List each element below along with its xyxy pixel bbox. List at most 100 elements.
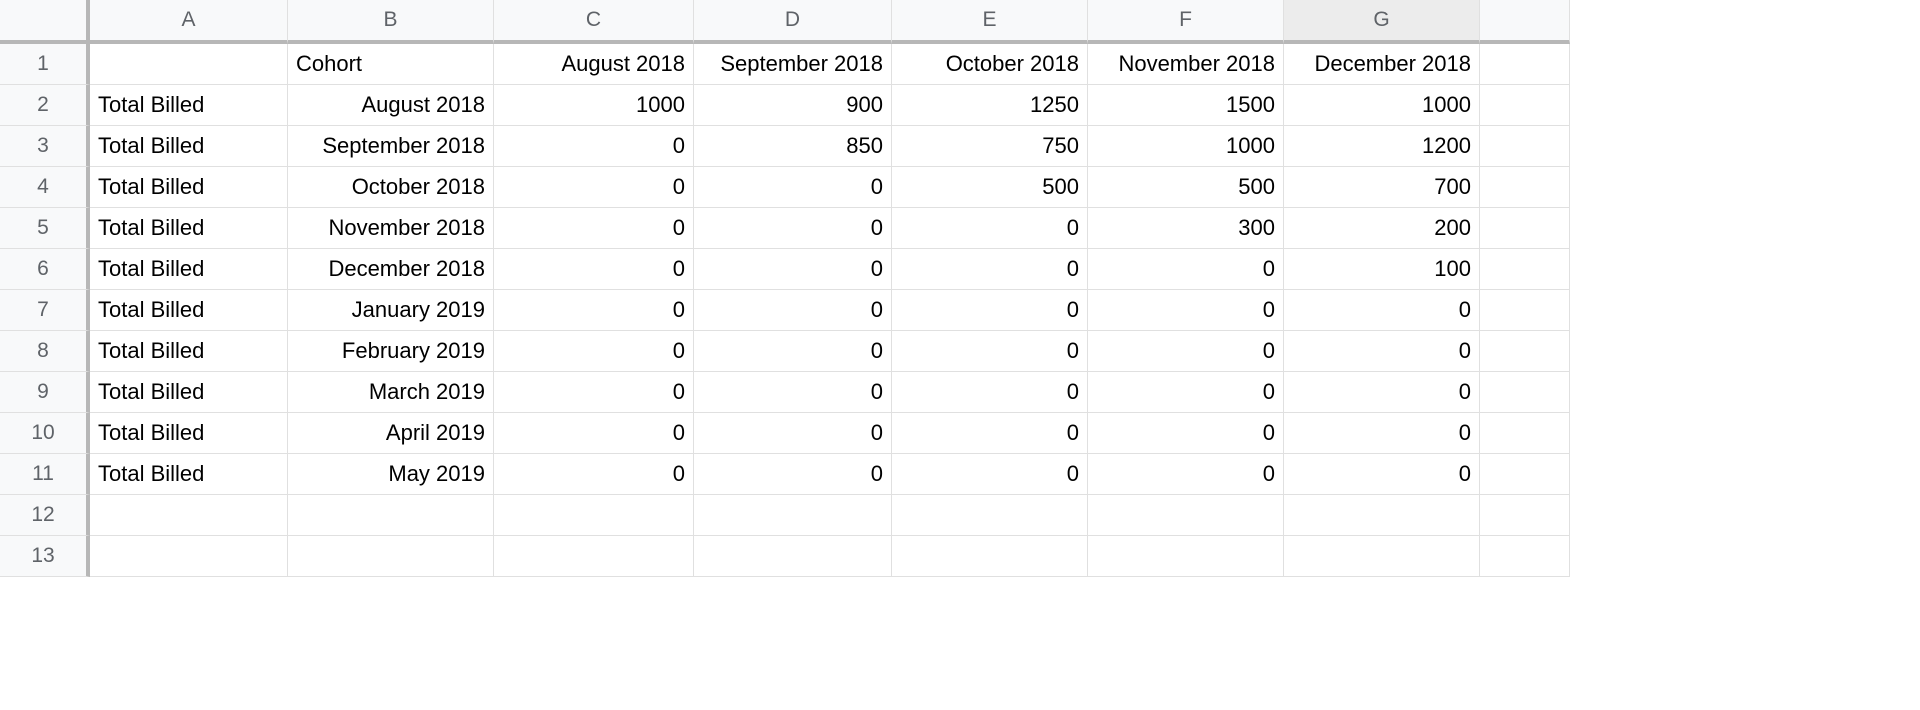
- row-header-12[interactable]: 12: [0, 495, 90, 536]
- cell-D10[interactable]: 0: [694, 413, 892, 454]
- cell-F5[interactable]: 300: [1088, 208, 1284, 249]
- cell-C8[interactable]: 0: [494, 331, 694, 372]
- column-header-G[interactable]: G: [1284, 0, 1480, 44]
- cell-B8[interactable]: February 2019: [288, 331, 494, 372]
- cell-E7[interactable]: 0: [892, 290, 1088, 331]
- cell-B5[interactable]: November 2018: [288, 208, 494, 249]
- cell-C4[interactable]: 0: [494, 167, 694, 208]
- cell-tail-12[interactable]: [1480, 495, 1570, 536]
- cell-D5[interactable]: 0: [694, 208, 892, 249]
- cell-tail-6[interactable]: [1480, 249, 1570, 290]
- column-header-B[interactable]: B: [288, 0, 494, 44]
- cell-A7[interactable]: Total Billed: [90, 290, 288, 331]
- cell-C11[interactable]: 0: [494, 454, 694, 495]
- cell-B11[interactable]: May 2019: [288, 454, 494, 495]
- row-header-11[interactable]: 11: [0, 454, 90, 495]
- cell-tail-4[interactable]: [1480, 167, 1570, 208]
- cell-E12[interactable]: [892, 495, 1088, 536]
- cell-B4[interactable]: October 2018: [288, 167, 494, 208]
- cell-G8[interactable]: 0: [1284, 331, 1480, 372]
- cell-tail-7[interactable]: [1480, 290, 1570, 331]
- row-header-2[interactable]: 2: [0, 85, 90, 126]
- cell-C13[interactable]: [494, 536, 694, 577]
- cell-F12[interactable]: [1088, 495, 1284, 536]
- cell-tail-11[interactable]: [1480, 454, 1570, 495]
- cell-F9[interactable]: 0: [1088, 372, 1284, 413]
- cell-D11[interactable]: 0: [694, 454, 892, 495]
- cell-C3[interactable]: 0: [494, 126, 694, 167]
- cell-tail-5[interactable]: [1480, 208, 1570, 249]
- row-header-13[interactable]: 13: [0, 536, 90, 577]
- column-header-C[interactable]: C: [494, 0, 694, 44]
- cell-C2[interactable]: 1000: [494, 85, 694, 126]
- cell-G4[interactable]: 700: [1284, 167, 1480, 208]
- column-header-blank[interactable]: [1480, 0, 1570, 44]
- cell-D1[interactable]: September 2018: [694, 44, 892, 85]
- cell-G2[interactable]: 1000: [1284, 85, 1480, 126]
- row-header-9[interactable]: 9: [0, 372, 90, 413]
- cell-tail-13[interactable]: [1480, 536, 1570, 577]
- cell-G1[interactable]: December 2018: [1284, 44, 1480, 85]
- cell-G12[interactable]: [1284, 495, 1480, 536]
- cell-D13[interactable]: [694, 536, 892, 577]
- cell-G5[interactable]: 200: [1284, 208, 1480, 249]
- cell-B10[interactable]: April 2019: [288, 413, 494, 454]
- cell-A12[interactable]: [90, 495, 288, 536]
- cell-F8[interactable]: 0: [1088, 331, 1284, 372]
- cell-D2[interactable]: 900: [694, 85, 892, 126]
- cell-F10[interactable]: 0: [1088, 413, 1284, 454]
- row-header-7[interactable]: 7: [0, 290, 90, 331]
- cell-A5[interactable]: Total Billed: [90, 208, 288, 249]
- cell-B7[interactable]: January 2019: [288, 290, 494, 331]
- cell-E4[interactable]: 500: [892, 167, 1088, 208]
- cell-A8[interactable]: Total Billed: [90, 331, 288, 372]
- cell-A10[interactable]: Total Billed: [90, 413, 288, 454]
- cell-D7[interactable]: 0: [694, 290, 892, 331]
- cell-E6[interactable]: 0: [892, 249, 1088, 290]
- cell-C12[interactable]: [494, 495, 694, 536]
- cell-C7[interactable]: 0: [494, 290, 694, 331]
- cell-tail-8[interactable]: [1480, 331, 1570, 372]
- cell-B1[interactable]: Cohort: [288, 44, 494, 85]
- cell-G3[interactable]: 1200: [1284, 126, 1480, 167]
- cell-G6[interactable]: 100: [1284, 249, 1480, 290]
- cell-B6[interactable]: December 2018: [288, 249, 494, 290]
- cell-A3[interactable]: Total Billed: [90, 126, 288, 167]
- cell-A13[interactable]: [90, 536, 288, 577]
- cell-A4[interactable]: Total Billed: [90, 167, 288, 208]
- cell-B2[interactable]: August 2018: [288, 85, 494, 126]
- cell-A9[interactable]: Total Billed: [90, 372, 288, 413]
- cell-D9[interactable]: 0: [694, 372, 892, 413]
- row-header-1[interactable]: 1: [0, 44, 90, 85]
- row-header-3[interactable]: 3: [0, 126, 90, 167]
- column-header-E[interactable]: E: [892, 0, 1088, 44]
- cell-E8[interactable]: 0: [892, 331, 1088, 372]
- cell-C5[interactable]: 0: [494, 208, 694, 249]
- row-header-4[interactable]: 4: [0, 167, 90, 208]
- cell-D8[interactable]: 0: [694, 331, 892, 372]
- select-all-corner[interactable]: [0, 0, 90, 44]
- cell-F2[interactable]: 1500: [1088, 85, 1284, 126]
- cell-B12[interactable]: [288, 495, 494, 536]
- cell-F4[interactable]: 500: [1088, 167, 1284, 208]
- row-header-6[interactable]: 6: [0, 249, 90, 290]
- cell-F3[interactable]: 1000: [1088, 126, 1284, 167]
- cell-tail-9[interactable]: [1480, 372, 1570, 413]
- cell-G11[interactable]: 0: [1284, 454, 1480, 495]
- cell-D4[interactable]: 0: [694, 167, 892, 208]
- column-header-D[interactable]: D: [694, 0, 892, 44]
- cell-G10[interactable]: 0: [1284, 413, 1480, 454]
- cell-C10[interactable]: 0: [494, 413, 694, 454]
- cell-A11[interactable]: Total Billed: [90, 454, 288, 495]
- cell-tail-1[interactable]: [1480, 44, 1570, 85]
- cell-C1[interactable]: August 2018: [494, 44, 694, 85]
- cell-E10[interactable]: 0: [892, 413, 1088, 454]
- cell-F7[interactable]: 0: [1088, 290, 1284, 331]
- cell-tail-3[interactable]: [1480, 126, 1570, 167]
- cell-G13[interactable]: [1284, 536, 1480, 577]
- cell-E11[interactable]: 0: [892, 454, 1088, 495]
- spreadsheet-grid[interactable]: ABCDEFG1CohortAugust 2018September 2018O…: [0, 0, 1920, 577]
- cell-C9[interactable]: 0: [494, 372, 694, 413]
- cell-D12[interactable]: [694, 495, 892, 536]
- cell-tail-10[interactable]: [1480, 413, 1570, 454]
